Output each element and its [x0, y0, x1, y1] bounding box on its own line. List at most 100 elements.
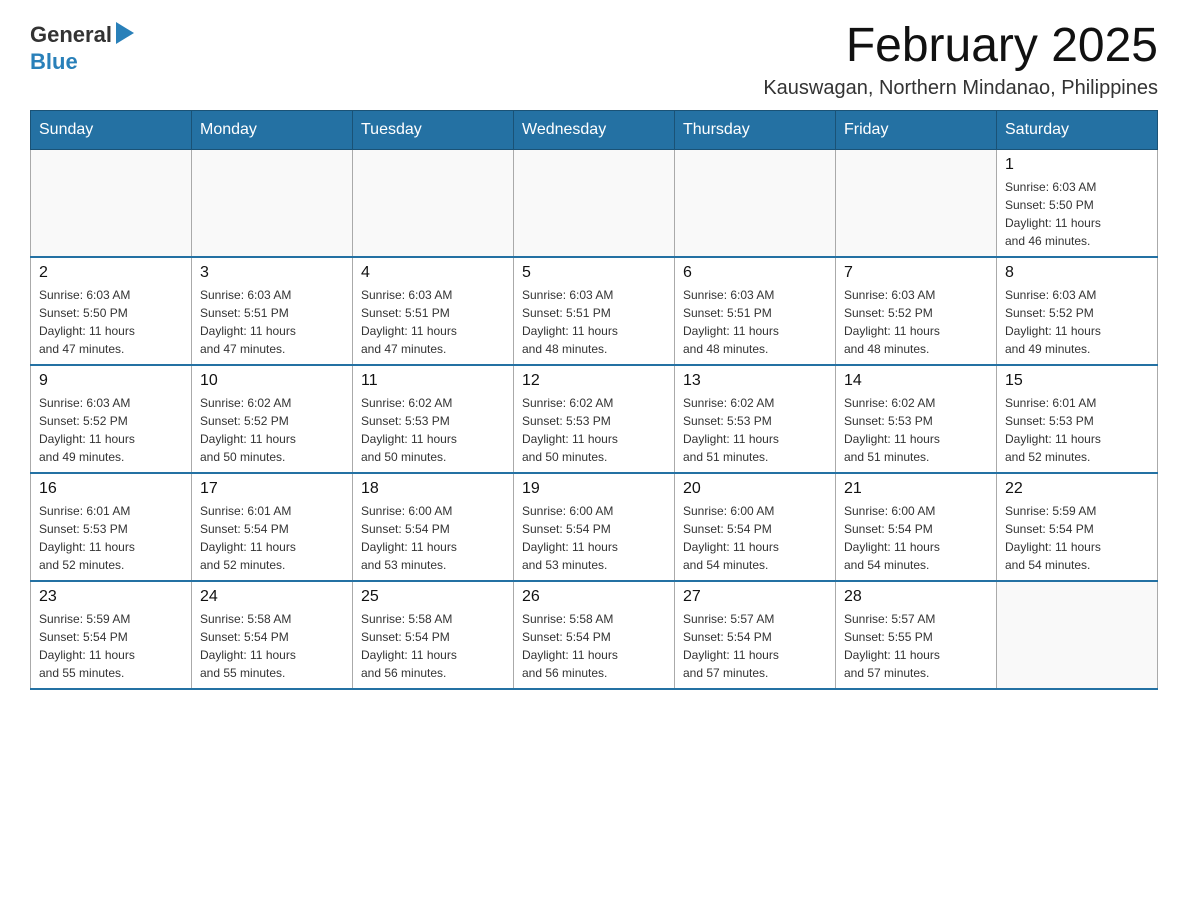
- calendar-cell: 2 Sunrise: 6:03 AM Sunset: 5:50 PM Daylig…: [31, 257, 192, 365]
- day-info: Sunrise: 5:57 AM Sunset: 5:55 PM Dayligh…: [844, 610, 988, 682]
- calendar-header: SundayMondayTuesdayWednesdayThursdayFrid…: [31, 110, 1158, 149]
- logo: General Blue: [30, 20, 134, 75]
- calendar-cell: 13 Sunrise: 6:02 AM Sunset: 5:53 PM Dayli…: [675, 365, 836, 473]
- calendar-cell: 25 Sunrise: 5:58 AM Sunset: 5:54 PM Dayli…: [353, 581, 514, 689]
- calendar-cell: 6 Sunrise: 6:03 AM Sunset: 5:51 PM Daylig…: [675, 257, 836, 365]
- day-number: 12: [522, 372, 666, 390]
- day-info: Sunrise: 6:00 AM Sunset: 5:54 PM Dayligh…: [683, 502, 827, 574]
- calendar-cell: 26 Sunrise: 5:58 AM Sunset: 5:54 PM Dayli…: [514, 581, 675, 689]
- calendar-cell: 22 Sunrise: 5:59 AM Sunset: 5:54 PM Dayli…: [997, 473, 1158, 581]
- main-title: February 2025: [763, 20, 1158, 73]
- day-info: Sunrise: 5:57 AM Sunset: 5:54 PM Dayligh…: [683, 610, 827, 682]
- calendar-cell: [353, 149, 514, 257]
- day-number: 7: [844, 264, 988, 282]
- calendar-cell: 9 Sunrise: 6:03 AM Sunset: 5:52 PM Daylig…: [31, 365, 192, 473]
- calendar-cell: 7 Sunrise: 6:03 AM Sunset: 5:52 PM Daylig…: [836, 257, 997, 365]
- calendar-cell: 19Sunrise: 6:00 AM Sunset: 5:54 PM Dayli…: [514, 473, 675, 581]
- calendar-cell: 28 Sunrise: 5:57 AM Sunset: 5:55 PM Dayli…: [836, 581, 997, 689]
- day-number: 10: [200, 372, 344, 390]
- calendar-week-1: 1Sunrise: 6:03 AM Sunset: 5:50 PM Daylig…: [31, 149, 1158, 257]
- day-number: 25: [361, 588, 505, 606]
- calendar-cell: 21 Sunrise: 6:00 AM Sunset: 5:54 PM Dayli…: [836, 473, 997, 581]
- day-number: 11: [361, 372, 505, 390]
- calendar-cell: 1Sunrise: 6:03 AM Sunset: 5:50 PM Daylig…: [997, 149, 1158, 257]
- calendar-cell: 14Sunrise: 6:02 AM Sunset: 5:53 PM Dayli…: [836, 365, 997, 473]
- title-section: February 2025 Kauswagan, Northern Mindan…: [763, 20, 1158, 100]
- day-number: 26: [522, 588, 666, 606]
- calendar-week-2: 2 Sunrise: 6:03 AM Sunset: 5:50 PM Daylig…: [31, 257, 1158, 365]
- calendar-cell: 15 Sunrise: 6:01 AM Sunset: 5:53 PM Dayli…: [997, 365, 1158, 473]
- day-number: 9: [39, 372, 183, 390]
- subtitle: Kauswagan, Northern Mindanao, Philippine…: [763, 77, 1158, 100]
- day-info: Sunrise: 5:58 AM Sunset: 5:54 PM Dayligh…: [361, 610, 505, 682]
- day-number: 6: [683, 264, 827, 282]
- calendar-cell: 27Sunrise: 5:57 AM Sunset: 5:54 PM Dayli…: [675, 581, 836, 689]
- day-number: 20: [683, 480, 827, 498]
- day-info: Sunrise: 6:03 AM Sunset: 5:52 PM Dayligh…: [39, 394, 183, 466]
- calendar-cell: 8 Sunrise: 6:03 AM Sunset: 5:52 PM Daylig…: [997, 257, 1158, 365]
- calendar-cell: 24 Sunrise: 5:58 AM Sunset: 5:54 PM Dayli…: [192, 581, 353, 689]
- calendar-cell: 3 Sunrise: 6:03 AM Sunset: 5:51 PM Daylig…: [192, 257, 353, 365]
- calendar-cell: 20 Sunrise: 6:00 AM Sunset: 5:54 PM Dayli…: [675, 473, 836, 581]
- calendar-table: SundayMondayTuesdayWednesdayThursdayFrid…: [30, 110, 1158, 690]
- calendar-cell: [192, 149, 353, 257]
- calendar-week-5: 23 Sunrise: 5:59 AM Sunset: 5:54 PM Dayli…: [31, 581, 1158, 689]
- page-header: General Blue February 2025 Kauswagan, No…: [30, 20, 1158, 100]
- calendar-cell: 10Sunrise: 6:02 AM Sunset: 5:52 PM Dayli…: [192, 365, 353, 473]
- day-info: Sunrise: 6:01 AM Sunset: 5:53 PM Dayligh…: [39, 502, 183, 574]
- calendar-cell: [997, 581, 1158, 689]
- day-number: 15: [1005, 372, 1149, 390]
- calendar-cell: 12Sunrise: 6:02 AM Sunset: 5:53 PM Dayli…: [514, 365, 675, 473]
- day-info: Sunrise: 6:03 AM Sunset: 5:51 PM Dayligh…: [361, 286, 505, 358]
- calendar-cell: 17 Sunrise: 6:01 AM Sunset: 5:54 PM Dayli…: [192, 473, 353, 581]
- day-number: 3: [200, 264, 344, 282]
- day-of-week-tuesday: Tuesday: [353, 110, 514, 149]
- day-number: 28: [844, 588, 988, 606]
- day-info: Sunrise: 6:03 AM Sunset: 5:51 PM Dayligh…: [200, 286, 344, 358]
- day-info: Sunrise: 6:01 AM Sunset: 5:53 PM Dayligh…: [1005, 394, 1149, 466]
- day-of-week-saturday: Saturday: [997, 110, 1158, 149]
- day-number: 8: [1005, 264, 1149, 282]
- day-info: Sunrise: 6:00 AM Sunset: 5:54 PM Dayligh…: [522, 502, 666, 574]
- day-info: Sunrise: 6:00 AM Sunset: 5:54 PM Dayligh…: [844, 502, 988, 574]
- calendar-cell: 5 Sunrise: 6:03 AM Sunset: 5:51 PM Daylig…: [514, 257, 675, 365]
- day-info: Sunrise: 6:02 AM Sunset: 5:53 PM Dayligh…: [683, 394, 827, 466]
- day-number: 21: [844, 480, 988, 498]
- day-of-week-sunday: Sunday: [31, 110, 192, 149]
- day-info: Sunrise: 6:03 AM Sunset: 5:52 PM Dayligh…: [1005, 286, 1149, 358]
- day-of-week-wednesday: Wednesday: [514, 110, 675, 149]
- day-info: Sunrise: 6:00 AM Sunset: 5:54 PM Dayligh…: [361, 502, 505, 574]
- day-number: 22: [1005, 480, 1149, 498]
- day-info: Sunrise: 6:03 AM Sunset: 5:52 PM Dayligh…: [844, 286, 988, 358]
- day-number: 16: [39, 480, 183, 498]
- day-number: 23: [39, 588, 183, 606]
- calendar-body: 1 Sunrise: 6:03 AM Sunset: 5:50 PM Daylig…: [31, 149, 1158, 689]
- calendar-cell: [31, 149, 192, 257]
- day-info: Sunrise: 6:03 AM Sunset: 5:51 PM Dayligh…: [522, 286, 666, 358]
- day-number: 17: [200, 480, 344, 498]
- calendar-week-4: 16 Sunrise: 6:01 AM Sunset: 5:53 PM Dayli…: [31, 473, 1158, 581]
- day-number: 1: [1005, 156, 1149, 174]
- calendar-cell: 11 Sunrise: 6:02 AM Sunset: 5:53 PM Dayli…: [353, 365, 514, 473]
- day-info: Sunrise: 5:59 AM Sunset: 5:54 PM Dayligh…: [1005, 502, 1149, 574]
- day-number: 5: [522, 264, 666, 282]
- day-number: 18: [361, 480, 505, 498]
- day-of-week-friday: Friday: [836, 110, 997, 149]
- day-number: 13: [683, 372, 827, 390]
- calendar-cell: [675, 149, 836, 257]
- day-number: 24: [200, 588, 344, 606]
- day-number: 2: [39, 264, 183, 282]
- day-of-week-thursday: Thursday: [675, 110, 836, 149]
- day-info: Sunrise: 6:03 AM Sunset: 5:51 PM Dayligh…: [683, 286, 827, 358]
- day-info: Sunrise: 5:58 AM Sunset: 5:54 PM Dayligh…: [200, 610, 344, 682]
- day-info: Sunrise: 6:03 AM Sunset: 5:50 PM Dayligh…: [39, 286, 183, 358]
- day-info: Sunrise: 5:59 AM Sunset: 5:54 PM Dayligh…: [39, 610, 183, 682]
- day-info: Sunrise: 5:58 AM Sunset: 5:54 PM Dayligh…: [522, 610, 666, 682]
- logo-text-blue: Blue: [30, 49, 78, 74]
- day-number: 4: [361, 264, 505, 282]
- calendar-cell: [836, 149, 997, 257]
- calendar-cell: [514, 149, 675, 257]
- days-of-week-row: SundayMondayTuesdayWednesdayThursdayFrid…: [31, 110, 1158, 149]
- day-info: Sunrise: 6:02 AM Sunset: 5:53 PM Dayligh…: [361, 394, 505, 466]
- day-info: Sunrise: 6:01 AM Sunset: 5:54 PM Dayligh…: [200, 502, 344, 574]
